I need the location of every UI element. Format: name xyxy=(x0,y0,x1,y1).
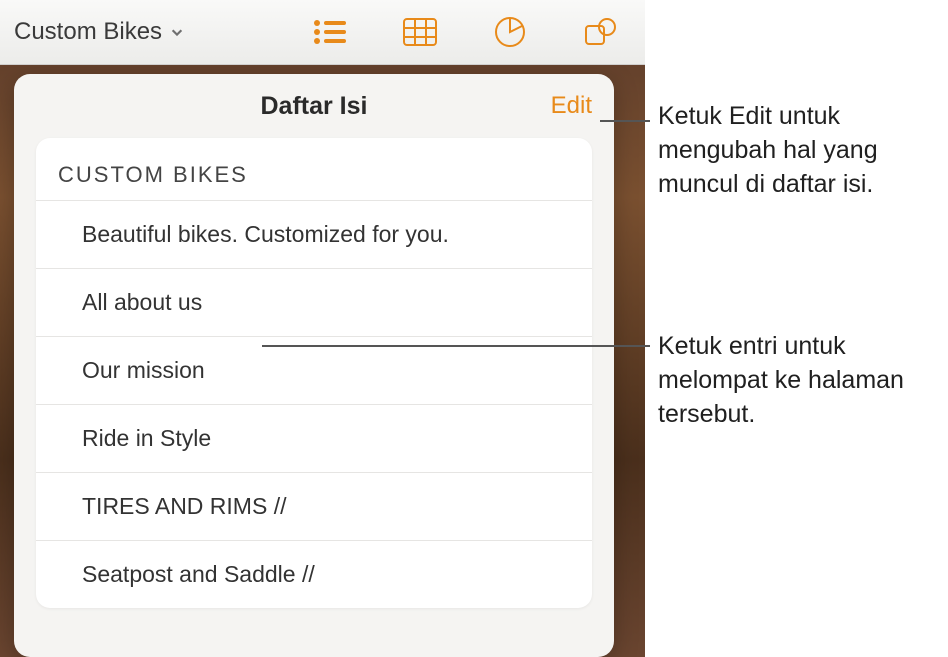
insert-shape-button[interactable] xyxy=(581,13,619,51)
callout-edit: Ketuk Edit untuk mengubah hal yang muncu… xyxy=(658,100,943,201)
leader-line xyxy=(600,120,650,122)
toc-item[interactable]: All about us xyxy=(36,269,592,337)
document-title: Custom Bikes xyxy=(14,18,162,46)
popover-header: Daftar Isi Edit xyxy=(14,74,614,138)
document-title-dropdown[interactable]: Custom Bikes xyxy=(0,18,184,46)
toolbar: Custom Bikes xyxy=(0,0,645,65)
popover-title: Daftar Isi xyxy=(261,92,368,121)
leader-line xyxy=(262,345,650,347)
callout-entry: Ketuk entri untuk melompat ke halaman te… xyxy=(658,330,948,431)
toc-item[interactable]: Our mission xyxy=(36,337,592,405)
insert-table-button[interactable] xyxy=(401,13,439,51)
table-icon xyxy=(403,18,437,46)
chevron-down-icon xyxy=(170,25,184,39)
toc-popover: Daftar Isi Edit CUSTOM BIKES Beautiful b… xyxy=(14,74,614,657)
pie-chart-icon xyxy=(494,16,526,48)
list-icon xyxy=(313,18,347,46)
toc-item[interactable]: Seatpost and Saddle // xyxy=(36,541,592,608)
edit-button[interactable]: Edit xyxy=(551,92,592,120)
toc-button[interactable] xyxy=(311,13,349,51)
toc-list: CUSTOM BIKES Beautiful bikes. Customized… xyxy=(36,138,592,608)
toc-item[interactable]: Beautiful bikes. Customized for you. xyxy=(36,201,592,269)
toc-item[interactable]: Ride in Style xyxy=(36,405,592,473)
toc-section-header[interactable]: CUSTOM BIKES xyxy=(36,138,592,201)
toc-item[interactable]: TIRES AND RIMS // xyxy=(36,473,592,541)
toolbar-icon-group xyxy=(311,13,645,51)
shapes-icon xyxy=(583,17,617,47)
app-background: Custom Bikes xyxy=(0,0,645,657)
insert-chart-button[interactable] xyxy=(491,13,529,51)
